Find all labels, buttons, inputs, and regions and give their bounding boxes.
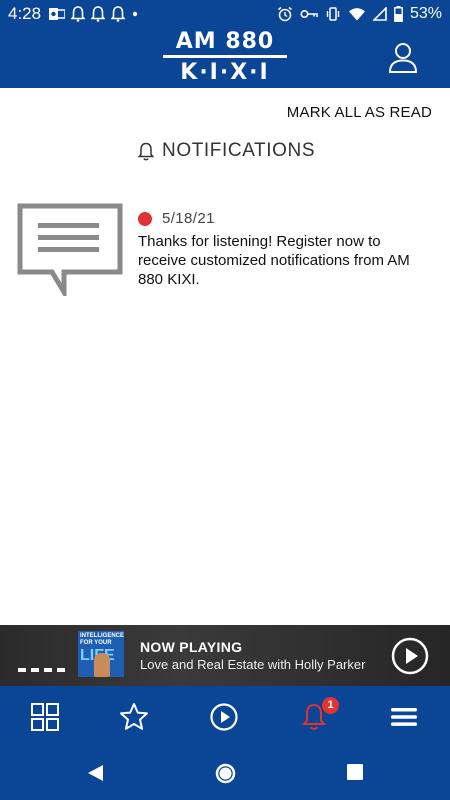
home-icon[interactable] <box>215 763 236 784</box>
app-header: AM 880 K·I·X·I <box>0 28 450 88</box>
now-playing-title: Love and Real Estate with Holly Parker <box>140 657 366 672</box>
bell-notification-icon <box>111 6 126 22</box>
bell-outline-icon <box>138 142 154 160</box>
bell-notification-icon <box>71 6 86 22</box>
wifi-icon <box>348 8 365 21</box>
message-bubble-icon <box>17 203 123 296</box>
logo-divider <box>163 55 287 58</box>
menu-icon[interactable] <box>389 702 419 732</box>
bottom-tab-bar <box>0 686 450 748</box>
notification-badge: 1 <box>322 697 339 714</box>
vibrate-icon <box>326 7 340 21</box>
notifications-heading-text: NOTIFICATIONS <box>162 140 316 161</box>
dot-icon <box>132 11 138 17</box>
notifications-heading: NOTIFICATIONS <box>138 140 315 162</box>
alarm-icon <box>278 6 292 22</box>
now-playing-artwork: INTELLIGENCE FOR YOUR LIFE <box>78 631 124 677</box>
audio-level-indicator <box>18 668 65 672</box>
key-icon <box>300 9 318 19</box>
bell-notification-icon <box>91 6 106 22</box>
artwork-portrait <box>94 653 110 677</box>
status-notifications <box>49 6 139 22</box>
battery-percent: 53% <box>409 5 442 22</box>
system-nav-bar <box>0 748 450 800</box>
battery-icon <box>394 6 403 22</box>
play-circle-icon[interactable] <box>209 702 239 732</box>
notification-item[interactable]: 5/18/21 Thanks for listening! Register n… <box>16 200 436 300</box>
play-button-icon[interactable] <box>391 637 429 675</box>
star-icon[interactable] <box>119 702 149 732</box>
notification-message: Thanks for listening! Register now to re… <box>138 233 410 288</box>
back-icon[interactable] <box>85 763 105 783</box>
now-playing-bar[interactable]: INTELLIGENCE FOR YOUR LIFE NOW PLAYING L… <box>0 625 450 686</box>
logo-line-2: K·I·X·I <box>180 60 270 85</box>
now-playing-label: NOW PLAYING <box>140 639 243 655</box>
status-bar: 4:28 53% <box>0 0 450 28</box>
status-system-icons: 53% <box>277 5 442 23</box>
signal-icon <box>372 7 387 21</box>
outlook-notification-icon <box>49 8 66 20</box>
status-time: 4:28 <box>8 4 42 23</box>
notification-date: 5/18/21 <box>162 210 215 227</box>
logo-line-1: AM 880 <box>175 29 275 54</box>
grid-icon[interactable] <box>30 702 60 732</box>
person-icon[interactable] <box>388 42 418 74</box>
artwork-text-top: INTELLIGENCE FOR YOUR <box>80 633 124 646</box>
mark-all-read-button[interactable]: MARK ALL AS READ <box>287 104 432 121</box>
station-logo: AM 880 K·I·X·I <box>163 31 287 85</box>
unread-indicator <box>138 211 152 226</box>
recents-icon[interactable] <box>346 763 364 781</box>
notification-meta: 5/18/21 <box>138 210 215 227</box>
